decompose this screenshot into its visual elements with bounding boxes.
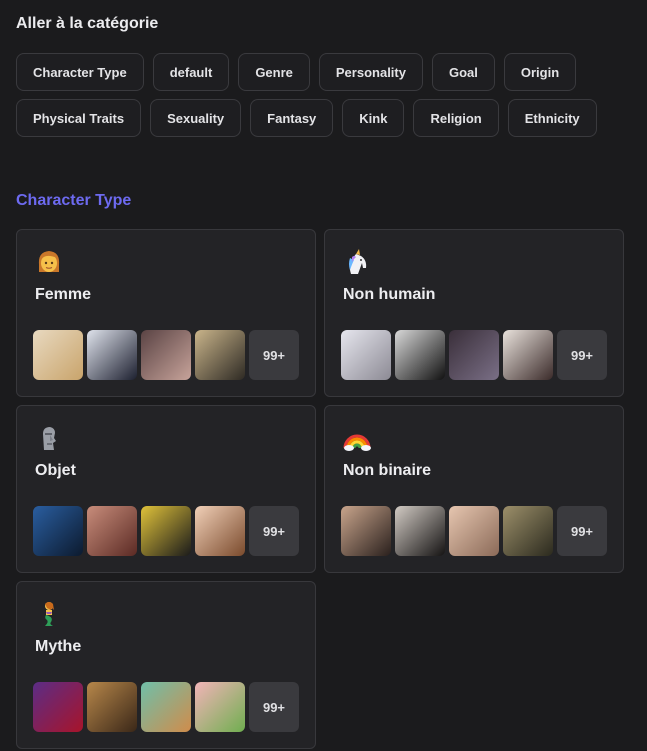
chip-goal[interactable]: Goal — [431, 53, 495, 91]
character-thumbnail[interactable] — [33, 682, 83, 732]
character-thumbnail[interactable] — [395, 506, 445, 556]
card-title: Non humain — [343, 286, 436, 303]
character-thumbnail[interactable] — [195, 506, 245, 556]
chip-ethnicity[interactable]: Ethnicity — [507, 99, 597, 137]
card-title: Femme — [35, 286, 92, 303]
thumbnail-row: 99+ — [33, 506, 299, 556]
character-thumbnail[interactable] — [195, 330, 245, 380]
more-count-button[interactable]: 99+ — [557, 506, 607, 556]
category-card-non-binaire[interactable]: Non binaire 99+ — [324, 405, 624, 573]
category-card-femme[interactable]: Femme 99+ — [16, 229, 316, 397]
section-title: Character Type — [16, 192, 132, 209]
character-thumbnail[interactable] — [195, 682, 245, 732]
character-thumbnail[interactable] — [87, 682, 137, 732]
chip-origin[interactable]: Origin — [503, 53, 577, 91]
character-thumbnail[interactable] — [503, 506, 553, 556]
character-thumbnail[interactable] — [141, 506, 191, 556]
character-thumbnail[interactable] — [503, 330, 553, 380]
more-count-button[interactable]: 99+ — [249, 506, 299, 556]
woman-emoji-icon — [35, 248, 63, 276]
character-thumbnail[interactable] — [341, 506, 391, 556]
chip-personality[interactable]: Personality — [318, 53, 423, 91]
card-title: Objet — [35, 462, 76, 479]
character-thumbnail[interactable] — [33, 506, 83, 556]
character-thumbnail[interactable] — [87, 330, 137, 380]
more-count-button[interactable]: 99+ — [557, 330, 607, 380]
category-chip-list: Character Type default Genre Personality… — [16, 53, 636, 137]
character-thumbnail[interactable] — [87, 506, 137, 556]
character-thumbnail[interactable] — [33, 330, 83, 380]
thumbnail-row: 99+ — [33, 682, 299, 732]
moai-emoji-icon — [35, 424, 63, 452]
chip-physical-traits[interactable]: Physical Traits — [16, 99, 142, 137]
thumbnail-row: 99+ — [341, 506, 607, 556]
chip-fantasy[interactable]: Fantasy — [250, 99, 334, 137]
more-count-button[interactable]: 99+ — [249, 682, 299, 732]
chip-kink[interactable]: Kink — [342, 99, 405, 137]
card-title: Non binaire — [343, 462, 432, 479]
character-thumbnail[interactable] — [341, 330, 391, 380]
rainbow-emoji-icon — [343, 424, 371, 452]
character-thumbnail[interactable] — [449, 506, 499, 556]
page-heading: Aller à la catégorie — [16, 15, 159, 32]
chip-religion[interactable]: Religion — [413, 99, 499, 137]
chip-genre[interactable]: Genre — [238, 53, 310, 91]
more-count-button[interactable]: 99+ — [249, 330, 299, 380]
character-thumbnail[interactable] — [395, 330, 445, 380]
unicorn-emoji-icon — [343, 248, 371, 276]
thumbnail-row: 99+ — [33, 330, 299, 380]
character-thumbnail[interactable] — [141, 330, 191, 380]
card-title: Mythe — [35, 638, 82, 655]
chip-character-type[interactable]: Character Type — [16, 53, 144, 91]
category-card-mythe[interactable]: Mythe 99+ — [16, 581, 316, 749]
chip-sexuality[interactable]: Sexuality — [150, 99, 242, 137]
chip-default[interactable]: default — [152, 53, 230, 91]
character-thumbnail[interactable] — [449, 330, 499, 380]
category-card-objet[interactable]: Objet 99+ — [16, 405, 316, 573]
thumbnail-row: 99+ — [341, 330, 607, 380]
category-card-non-humain[interactable]: Non humain 99+ — [324, 229, 624, 397]
character-thumbnail[interactable] — [141, 682, 191, 732]
mermaid-emoji-icon — [35, 600, 63, 628]
